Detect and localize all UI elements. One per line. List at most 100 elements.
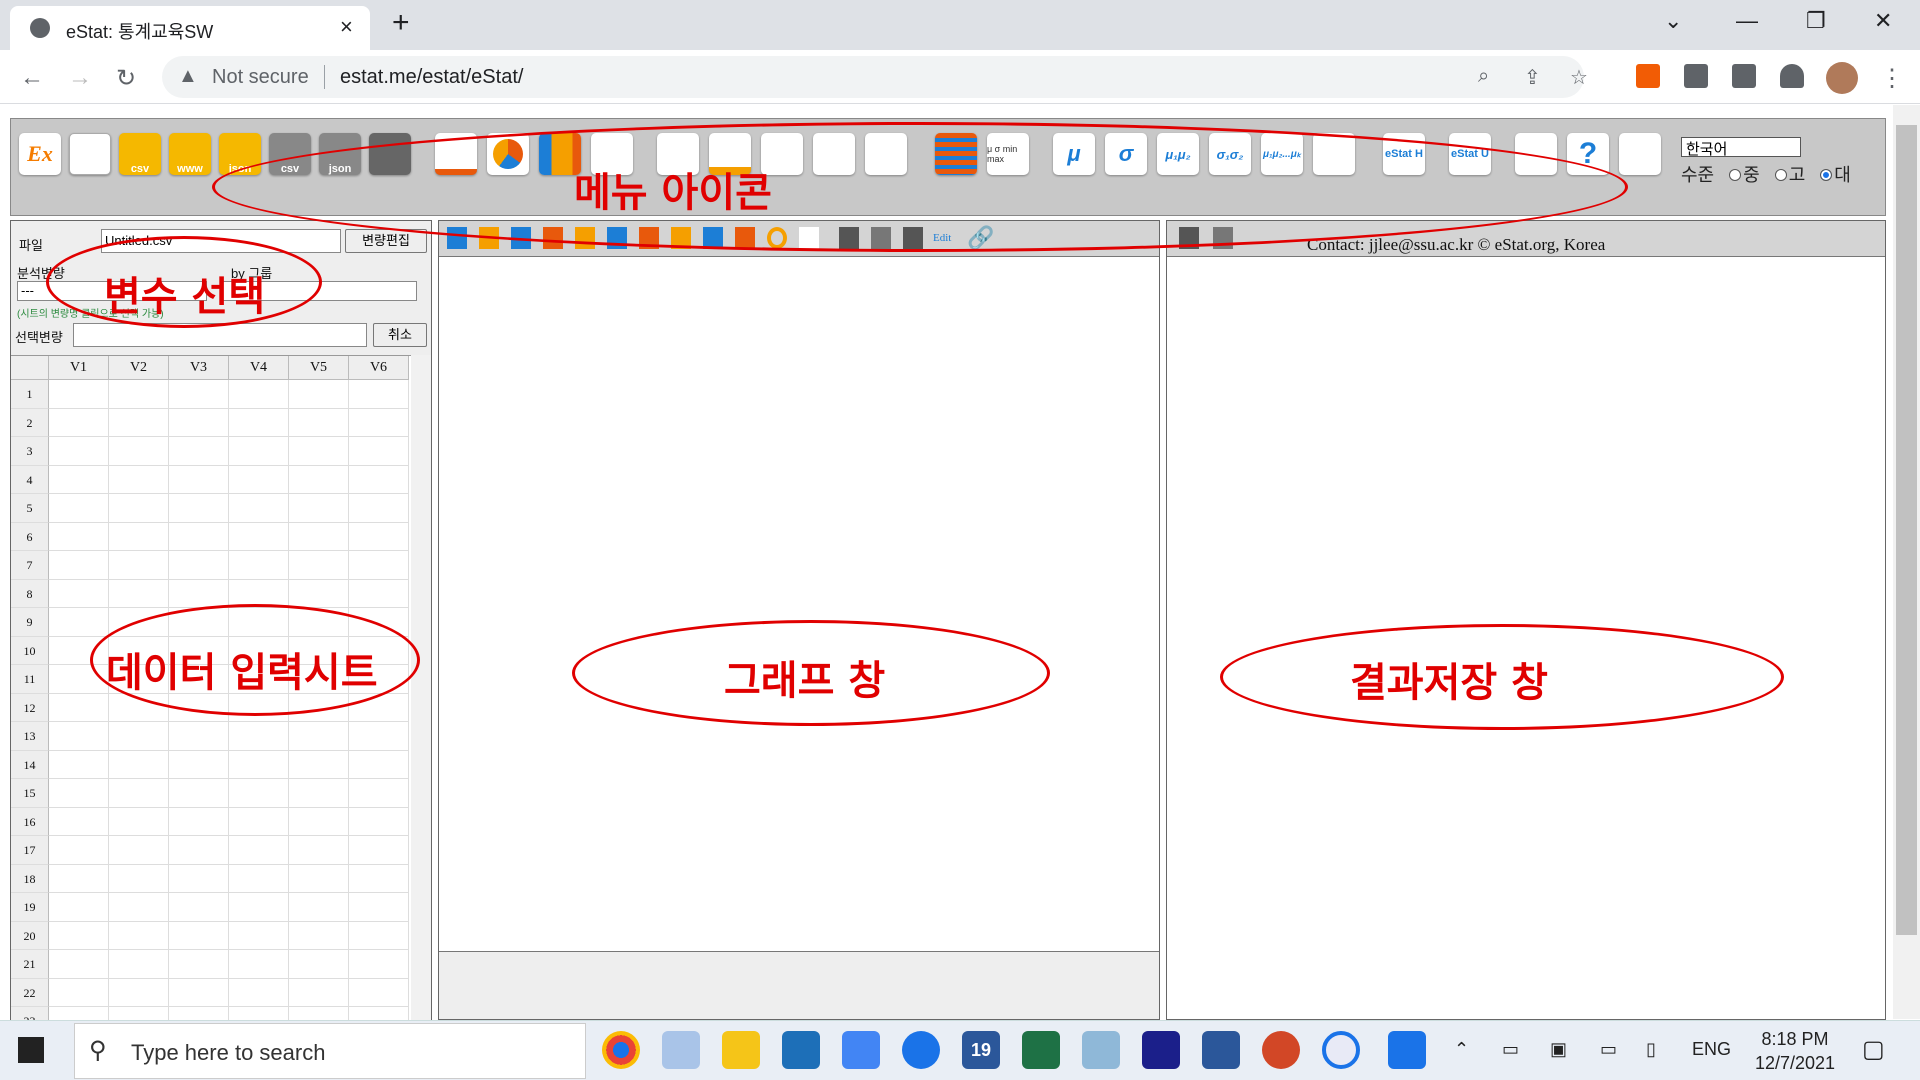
puzzle-icon[interactable] — [1780, 64, 1804, 88]
sheet-cell[interactable] — [289, 836, 349, 865]
sheet-cell[interactable] — [229, 864, 289, 893]
sheet-cell[interactable] — [49, 893, 109, 922]
sheet-cell[interactable] — [289, 551, 349, 580]
sheet-cell[interactable] — [349, 978, 409, 1007]
sheet-cell[interactable] — [229, 750, 289, 779]
app-icon[interactable] — [1082, 1031, 1120, 1069]
sheet-cell[interactable] — [109, 921, 169, 950]
sheet-cell[interactable] — [169, 551, 229, 580]
sheet-cell[interactable] — [289, 950, 349, 979]
sheet-cell[interactable] — [229, 921, 289, 950]
paint-icon[interactable] — [662, 1031, 700, 1069]
sheet-cell[interactable] — [169, 522, 229, 551]
skype-icon[interactable] — [902, 1031, 940, 1069]
sheet-cell[interactable] — [169, 494, 229, 523]
sheet-cell[interactable] — [289, 779, 349, 808]
sheet-cell[interactable] — [289, 978, 349, 1007]
column-header[interactable]: V5 — [289, 356, 349, 380]
sheet-cell[interactable] — [49, 750, 109, 779]
sheet-cell[interactable] — [229, 722, 289, 751]
sheet-cell[interactable] — [349, 437, 409, 466]
word-icon[interactable] — [1202, 1031, 1240, 1069]
sheet-cell[interactable] — [49, 408, 109, 437]
notification-icon[interactable]: ▢ — [1862, 1035, 1885, 1064]
sheet-cell[interactable] — [49, 494, 109, 523]
sheet-cell[interactable] — [229, 408, 289, 437]
input-language[interactable]: ENG — [1692, 1039, 1731, 1060]
hwp-icon[interactable] — [782, 1031, 820, 1069]
sheet-cell[interactable] — [169, 893, 229, 922]
level-high-radio[interactable] — [1774, 169, 1787, 182]
display-icon[interactable]: ▣ — [1550, 1039, 1567, 1060]
sheet-cell[interactable] — [229, 494, 289, 523]
extension-icon[interactable] — [1684, 64, 1708, 88]
sheet-cell[interactable] — [349, 893, 409, 922]
sheet-cell[interactable] — [349, 380, 409, 409]
sheet-cell[interactable] — [289, 494, 349, 523]
sheet-cell[interactable] — [169, 978, 229, 1007]
sheet-cell[interactable] — [49, 950, 109, 979]
sheet-cell[interactable] — [109, 950, 169, 979]
window-app-icon[interactable] — [1388, 1031, 1426, 1069]
sheet-cell[interactable] — [169, 380, 229, 409]
omnibox[interactable]: ▲ Not secure estat.me/estat/eStat/ ⌕ ⇪ ☆ — [162, 56, 1588, 98]
sheet-cell[interactable] — [169, 437, 229, 466]
sheet-cell[interactable] — [109, 836, 169, 865]
column-header[interactable]: V6 — [349, 356, 409, 380]
sheet-cell[interactable] — [109, 978, 169, 1007]
windows-start-icon[interactable] — [18, 1037, 44, 1063]
sheet-cell[interactable] — [49, 579, 109, 608]
sheet-cell[interactable] — [49, 522, 109, 551]
sheet-scrollbar[interactable] — [411, 355, 431, 1021]
sheet-cell[interactable] — [289, 722, 349, 751]
cancel-button[interactable]: 취소 — [373, 323, 427, 347]
sheet-cell[interactable] — [349, 779, 409, 808]
sheet-cell[interactable] — [169, 579, 229, 608]
back-icon[interactable]: ← — [20, 64, 44, 92]
browser-tab[interactable]: eStat: 통계교육SW × — [10, 6, 370, 50]
sheet-cell[interactable] — [229, 779, 289, 808]
star-icon[interactable]: ☆ — [1570, 65, 1588, 90]
sheet-cell[interactable] — [109, 750, 169, 779]
zoom-icon[interactable]: ⌕ — [1478, 65, 1489, 88]
sheet-cell[interactable] — [109, 807, 169, 836]
sheet-cell[interactable] — [229, 437, 289, 466]
sheet-cell[interactable] — [289, 893, 349, 922]
extension-ex-icon[interactable] — [1636, 64, 1660, 88]
sheet-cell[interactable] — [109, 722, 169, 751]
page-scrollbar-thumb[interactable] — [1896, 125, 1917, 935]
sheet-cell[interactable] — [49, 608, 109, 637]
sheet-cell[interactable] — [349, 836, 409, 865]
teacher-icon[interactable] — [1619, 133, 1661, 175]
sheet-cell[interactable] — [349, 722, 409, 751]
sheet-cell[interactable] — [229, 950, 289, 979]
sheet-cell[interactable] — [229, 522, 289, 551]
network-icon[interactable]: ▯ — [1646, 1039, 1656, 1060]
new-tab-button[interactable]: + — [392, 6, 410, 40]
sheet-cell[interactable] — [49, 864, 109, 893]
sheet-cell[interactable] — [289, 807, 349, 836]
sheet-cell[interactable] — [169, 722, 229, 751]
sheet-cell[interactable] — [349, 950, 409, 979]
column-header[interactable]: V1 — [49, 356, 109, 380]
sheet-cell[interactable] — [169, 465, 229, 494]
window-close-button[interactable]: ✕ — [1874, 8, 1892, 34]
sheet-cell[interactable] — [169, 807, 229, 836]
sheet-cell[interactable] — [229, 836, 289, 865]
sheet-cell[interactable] — [169, 921, 229, 950]
sheet-cell[interactable] — [289, 579, 349, 608]
sheet-cell[interactable] — [229, 807, 289, 836]
sheet-cell[interactable] — [109, 380, 169, 409]
sheet-cell[interactable] — [349, 807, 409, 836]
battery-icon[interactable]: ▭ — [1600, 1039, 1617, 1060]
file-explorer-icon[interactable] — [722, 1031, 760, 1069]
avatar[interactable] — [1826, 62, 1858, 94]
meet-icon[interactable]: ▭ — [1502, 1039, 1519, 1060]
powerpoint-icon[interactable] — [1262, 1031, 1300, 1069]
sheet-cell[interactable] — [349, 465, 409, 494]
open-csv-icon[interactable]: csv — [119, 133, 161, 175]
restore-button[interactable]: ❐ — [1806, 8, 1826, 34]
sheet-cell[interactable] — [349, 551, 409, 580]
sheet-cell[interactable] — [109, 779, 169, 808]
more-icon[interactable]: ⋮ — [1880, 64, 1904, 93]
